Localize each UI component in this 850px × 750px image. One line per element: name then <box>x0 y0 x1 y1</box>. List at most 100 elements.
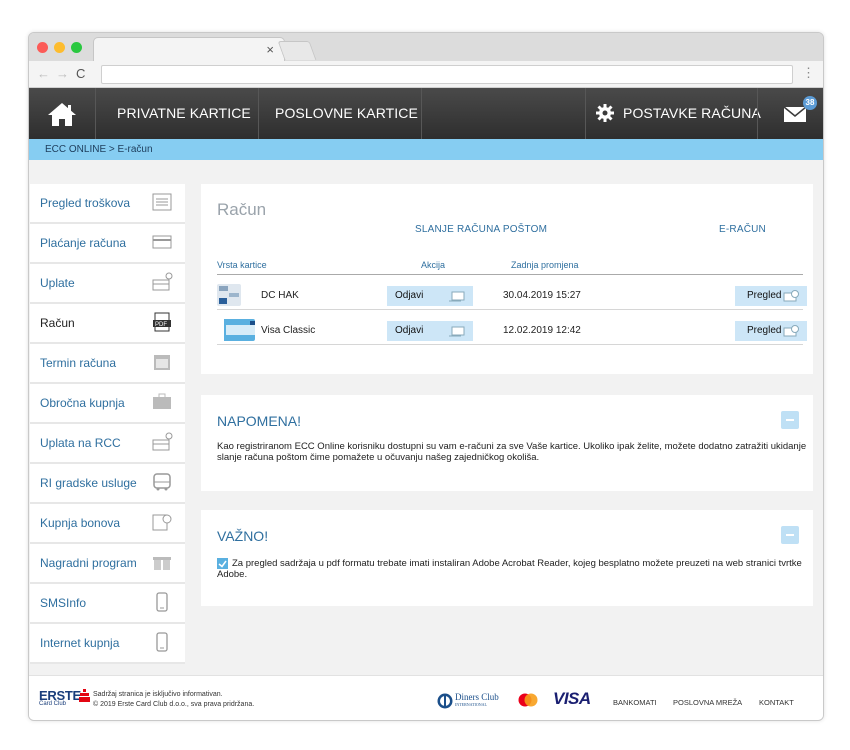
odjavi-label: Odjavi <box>395 290 424 301</box>
card-name: Visa Classic <box>261 325 316 336</box>
last-change-date: 30.04.2019 15:27 <box>503 290 581 301</box>
browser-navbar: ← → C ⋮ <box>29 61 823 88</box>
coupon-icon <box>152 514 172 531</box>
racun-panel: Račun SLANJE RAČUNA POŠTOM E-RAČUN Vrsta… <box>201 184 813 374</box>
gear-icon[interactable] <box>595 103 615 123</box>
browser-window: × ← → C ⋮ PRIVATNE KARTICE POSLOVNE KART… <box>28 32 824 721</box>
napomena-text: Kao registriranom ECC Online korisniku d… <box>217 441 807 463</box>
sidebar-item-label: Pregled troškova <box>40 196 131 210</box>
list-icon <box>152 193 172 211</box>
sidebar-item-label: Račun <box>40 316 75 330</box>
pregled-button[interactable]: Pregled <box>735 286 807 306</box>
maximize-window-icon[interactable] <box>71 42 82 53</box>
col-header-akcija: Akcija <box>421 260 446 270</box>
payment-icon <box>152 432 173 451</box>
erste-logo[interactable]: ERSTE Card Club <box>39 688 81 707</box>
nav-poslovne-kartice[interactable]: POSLOVNE KARTICE <box>275 105 418 121</box>
odjavi-button[interactable]: Odjavi <box>387 286 473 306</box>
unsubscribe-mail-icon <box>449 291 465 302</box>
window-controls <box>37 42 82 53</box>
diners-club-logo: Diners Club INTERNATIONAL <box>455 693 499 708</box>
pdf-icon: PDF <box>153 312 171 332</box>
new-tab-button[interactable] <box>277 41 317 60</box>
home-icon[interactable] <box>45 99 79 129</box>
visa-logo: VISA <box>553 689 591 708</box>
footer-link-poslovna-mreza[interactable]: POSLOVNA MREŽA <box>673 698 742 707</box>
visa-classic-card-icon <box>224 319 255 341</box>
last-change-date: 12.02.2019 12:42 <box>503 325 581 336</box>
phone-icon <box>156 592 168 612</box>
footer-line-2: © 2019 Erste Card Club d.o.o., sva prava… <box>93 701 255 708</box>
table-row: Visa Classic Odjavi 12.02.2019 12:42 Pre… <box>217 318 807 345</box>
sidebar-item-label: Nagradni program <box>40 556 137 570</box>
collapse-vazno-button[interactable] <box>781 526 799 544</box>
sidebar-item-ri-gradske-usluge[interactable]: RI gradske usluge <box>30 464 185 504</box>
col-header-e-racun: E-RAČUN <box>719 224 766 235</box>
vazno-title: VAŽNO! <box>217 528 269 544</box>
sidebar-item-label: Termin računa <box>40 356 117 370</box>
sidebar-item-label: Kupnja bonova <box>40 516 121 530</box>
sidebar-item-label: Uplate <box>40 276 75 290</box>
card-icon <box>152 235 172 249</box>
nav-postavke-racuna[interactable]: POSTAVKE RAČUNA <box>623 105 761 121</box>
payment-icon <box>152 272 173 291</box>
odjavi-button[interactable]: Odjavi <box>387 321 473 341</box>
browser-tab[interactable]: × <box>93 37 285 62</box>
sidebar-item-pregled-troskova[interactable]: Pregled troškova <box>30 184 185 224</box>
view-mail-icon <box>783 325 799 337</box>
col-header-zadnja-promjena: Zadnja promjena <box>511 260 579 270</box>
reload-icon[interactable]: C <box>76 66 85 81</box>
pregled-button[interactable]: Pregled <box>735 321 807 341</box>
sidebar-item-label: Internet kupnja <box>40 636 120 650</box>
sidebar-item-placanje-racuna[interactable]: Plaćanje računa <box>30 224 185 264</box>
pregled-label: Pregled <box>747 325 782 336</box>
footer-link-bankomati[interactable]: BANKOMATI <box>613 698 657 707</box>
sidebar-item-label: Plaćanje računa <box>40 236 127 250</box>
sidebar-item-smsinfo[interactable]: SMSInfo <box>30 584 185 624</box>
sidebar-item-kupnja-bonova[interactable]: Kupnja bonova <box>30 504 185 544</box>
diners-club-sub: INTERNATIONAL <box>455 702 487 707</box>
sidebar-item-termin-racuna[interactable]: Termin računa <box>30 344 185 384</box>
gift-icon <box>153 555 171 570</box>
sidebar-item-label: SMSInfo <box>40 596 87 610</box>
sidebar-item-obrocna-kupnja[interactable]: Obročna kupnja <box>30 384 185 424</box>
col-header-vrsta-kartice: Vrsta kartice <box>217 260 267 270</box>
sidebar-item-racun[interactable]: Račun PDF <box>30 304 185 344</box>
minimize-window-icon[interactable] <box>54 42 65 53</box>
mastercard-icon <box>518 693 538 707</box>
nav-privatne-kartice[interactable]: PRIVATNE KARTICE <box>117 105 251 121</box>
close-window-icon[interactable] <box>37 42 48 53</box>
footer-link-kontakt[interactable]: KONTAKT <box>759 698 794 707</box>
footer-disclaimer: Sadržaj stranica je isključivo informati… <box>93 690 254 710</box>
sidebar-item-label: RI gradske usluge <box>40 476 137 490</box>
pregled-label: Pregled <box>747 290 782 301</box>
main-navigation: PRIVATNE KARTICE POSLOVNE KARTICE POSTAV… <box>29 88 823 139</box>
svg-text:PDF: PDF <box>155 322 167 328</box>
sidebar-item-uplata-na-rcc[interactable]: Uplata na RCC <box>30 424 185 464</box>
footer-line-1: Sadržaj stranica je isključivo informati… <box>93 691 223 698</box>
erste-mark-icon <box>79 689 90 702</box>
sidebar-item-internet-kupnja[interactable]: Internet kupnja <box>30 624 185 664</box>
col-header-slanje-posto: SLANJE RAČUNA POŠTOM <box>415 224 548 235</box>
vazno-panel: VAŽNO! Za pregled sadržaja u pdf formatu… <box>201 510 813 606</box>
browser-menu-icon[interactable]: ⋮ <box>802 65 815 81</box>
table-row: DC HAK Odjavi 30.04.2019 15:27 Pregled <box>217 283 807 310</box>
sidebar-item-uplate[interactable]: Uplate <box>30 264 185 304</box>
diners-club-icon <box>437 693 453 709</box>
address-bar[interactable] <box>101 65 793 84</box>
back-arrow-icon[interactable]: ← <box>37 66 50 81</box>
wallet-icon <box>153 393 171 409</box>
forward-arrow-icon[interactable]: → <box>56 66 69 81</box>
calendar-icon <box>154 355 170 370</box>
dc-hak-card-icon <box>217 284 241 306</box>
napomena-panel: NAPOMENA! Kao registriranom ECC Online k… <box>201 395 813 491</box>
message-count-badge: 38 <box>803 96 817 110</box>
vazno-text: Za pregled sadržaja u pdf formatu trebat… <box>217 558 802 580</box>
odjavi-label: Odjavi <box>395 325 424 336</box>
tab-close-icon[interactable]: × <box>266 42 274 57</box>
phone-icon <box>156 632 168 652</box>
collapse-napomena-button[interactable] <box>781 411 799 429</box>
card-name: DC HAK <box>261 290 299 301</box>
footer: ERSTE Card Club Sadržaj stranica je iskl… <box>29 675 823 720</box>
sidebar-item-nagradni-program[interactable]: Nagradni program <box>30 544 185 584</box>
